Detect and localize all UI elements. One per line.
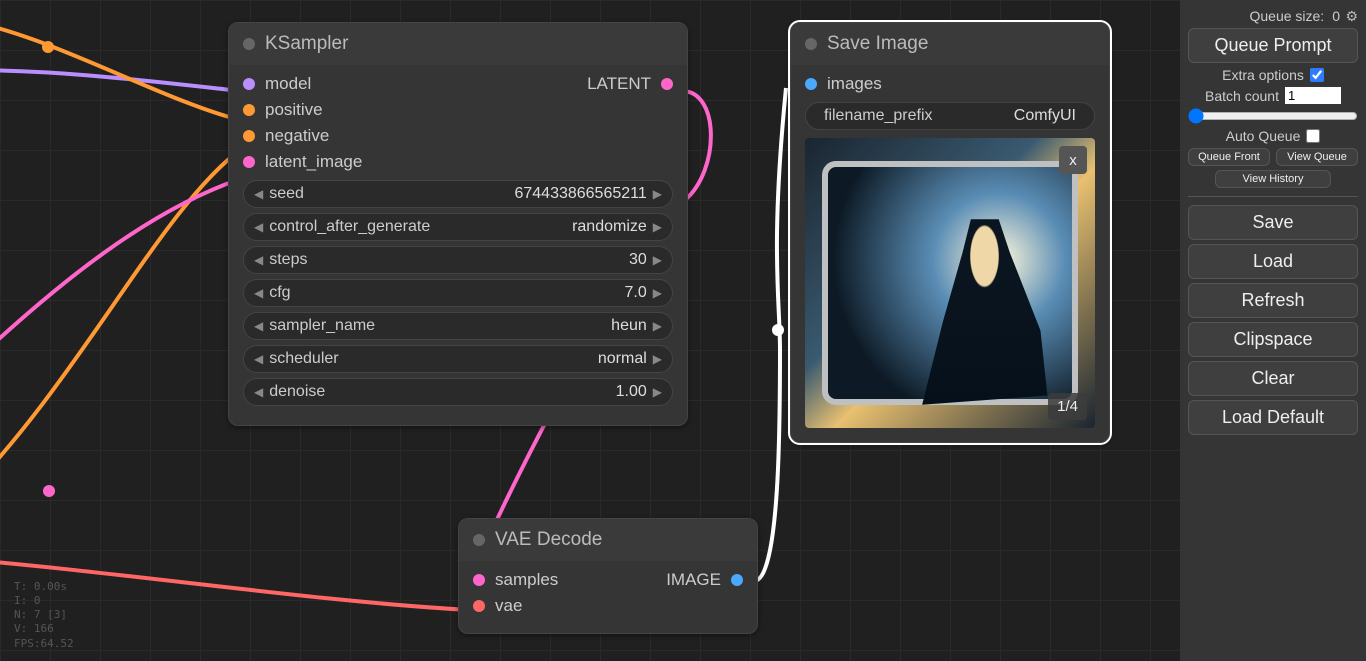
- input-label: positive: [265, 100, 323, 120]
- gear-icon[interactable]: ⚙: [1345, 8, 1358, 25]
- queue-size-value: 0: [1332, 8, 1340, 24]
- input-port-vae[interactable]: [473, 600, 485, 612]
- chevron-left-icon[interactable]: ◀: [252, 385, 265, 399]
- chevron-left-icon[interactable]: ◀: [252, 187, 265, 201]
- chevron-left-icon[interactable]: ◀: [252, 319, 265, 333]
- save-button[interactable]: Save: [1188, 205, 1358, 240]
- chevron-left-icon[interactable]: ◀: [252, 253, 265, 267]
- collapse-dot-icon[interactable]: [243, 38, 255, 50]
- node-title[interactable]: VAE Decode: [459, 519, 757, 561]
- input-port-samples[interactable]: [473, 574, 485, 586]
- widget-cfg[interactable]: ◀cfg7.0▶: [243, 279, 673, 307]
- chevron-right-icon[interactable]: ▶: [651, 220, 664, 234]
- chevron-left-icon[interactable]: ◀: [252, 286, 265, 300]
- chevron-right-icon[interactable]: ▶: [651, 319, 664, 333]
- input-label: images: [827, 74, 882, 94]
- widget-filename-prefix[interactable]: filename_prefixComfyUI: [805, 102, 1095, 130]
- debug-overlay: T: 0.00s I: 0 N: 7 [3] V: 166 FPS:64.52: [14, 580, 74, 651]
- chevron-right-icon[interactable]: ▶: [651, 253, 664, 267]
- input-label: vae: [495, 596, 522, 616]
- input-label: model: [265, 74, 311, 94]
- refresh-button[interactable]: Refresh: [1188, 283, 1358, 318]
- queue-prompt-button[interactable]: Queue Prompt: [1188, 28, 1358, 63]
- widget-denoise[interactable]: ◀denoise1.00▶: [243, 378, 673, 406]
- side-panel: ⚙ Queue size: 0 Queue Prompt Extra optio…: [1180, 0, 1366, 661]
- batch-count-slider[interactable]: [1188, 108, 1358, 124]
- chevron-right-icon[interactable]: ▶: [651, 352, 664, 366]
- node-body: images filename_prefixComfyUI x 1/4: [791, 65, 1109, 442]
- node-ksampler[interactable]: KSampler model LATENT positive negative …: [228, 22, 688, 426]
- image-counter-badge: 1/4: [1048, 393, 1087, 420]
- extra-options-checkbox[interactable]: [1310, 68, 1324, 82]
- input-label: latent_image: [265, 152, 362, 172]
- widget-scheduler[interactable]: ◀schedulernormal▶: [243, 345, 673, 373]
- chevron-right-icon[interactable]: ▶: [651, 187, 664, 201]
- chevron-left-icon[interactable]: ◀: [252, 352, 265, 366]
- queue-size-label: Queue size:: [1249, 8, 1324, 24]
- chevron-right-icon[interactable]: ▶: [651, 286, 664, 300]
- auto-queue-label: Auto Queue: [1226, 128, 1301, 144]
- collapse-dot-icon[interactable]: [805, 38, 817, 50]
- auto-queue-checkbox[interactable]: [1306, 129, 1320, 143]
- node-body: samples IMAGE vae: [459, 561, 757, 633]
- node-title-text: KSampler: [265, 33, 348, 55]
- input-port-positive[interactable]: [243, 104, 255, 116]
- clipspace-button[interactable]: Clipspace: [1188, 322, 1358, 357]
- batch-count-label: Batch count: [1205, 88, 1279, 104]
- input-port-latent-image[interactable]: [243, 156, 255, 168]
- output-label: LATENT: [587, 74, 651, 94]
- close-preview-button[interactable]: x: [1059, 146, 1087, 174]
- node-title[interactable]: KSampler: [229, 23, 687, 65]
- output-port-latent[interactable]: [661, 78, 673, 90]
- batch-count-input[interactable]: [1285, 87, 1341, 104]
- input-port-images[interactable]: [805, 78, 817, 90]
- output-image-preview[interactable]: [805, 138, 1095, 428]
- chevron-left-icon[interactable]: ◀: [252, 220, 265, 234]
- widget-sampler-name[interactable]: ◀sampler_nameheun▶: [243, 312, 673, 340]
- node-vae-decode[interactable]: VAE Decode samples IMAGE vae: [458, 518, 758, 634]
- load-default-button[interactable]: Load Default: [1188, 400, 1358, 435]
- widget-seed[interactable]: ◀seed674433866565211▶: [243, 180, 673, 208]
- graph-canvas[interactable]: KSampler model LATENT positive negative …: [0, 0, 1180, 661]
- queue-front-button[interactable]: Queue Front: [1188, 148, 1270, 166]
- extra-options-label: Extra options: [1222, 67, 1304, 83]
- input-port-model[interactable]: [243, 78, 255, 90]
- input-label: samples: [495, 570, 558, 590]
- node-title-text: Save Image: [827, 33, 928, 55]
- node-title-text: VAE Decode: [495, 529, 602, 551]
- output-label: IMAGE: [666, 570, 721, 590]
- view-history-button[interactable]: View History: [1215, 170, 1331, 188]
- widget-control-after-generate[interactable]: ◀control_after_generaterandomize▶: [243, 213, 673, 241]
- chevron-right-icon[interactable]: ▶: [651, 385, 664, 399]
- collapse-dot-icon[interactable]: [473, 534, 485, 546]
- view-queue-button[interactable]: View Queue: [1276, 148, 1358, 166]
- widget-steps[interactable]: ◀steps30▶: [243, 246, 673, 274]
- clear-button[interactable]: Clear: [1188, 361, 1358, 396]
- load-button[interactable]: Load: [1188, 244, 1358, 279]
- node-title[interactable]: Save Image: [791, 23, 1109, 65]
- node-body: model LATENT positive negative latent_im…: [229, 65, 687, 425]
- input-port-negative[interactable]: [243, 130, 255, 142]
- output-port-image[interactable]: [731, 574, 743, 586]
- node-save-image[interactable]: Save Image images filename_prefixComfyUI…: [790, 22, 1110, 443]
- input-label: negative: [265, 126, 329, 146]
